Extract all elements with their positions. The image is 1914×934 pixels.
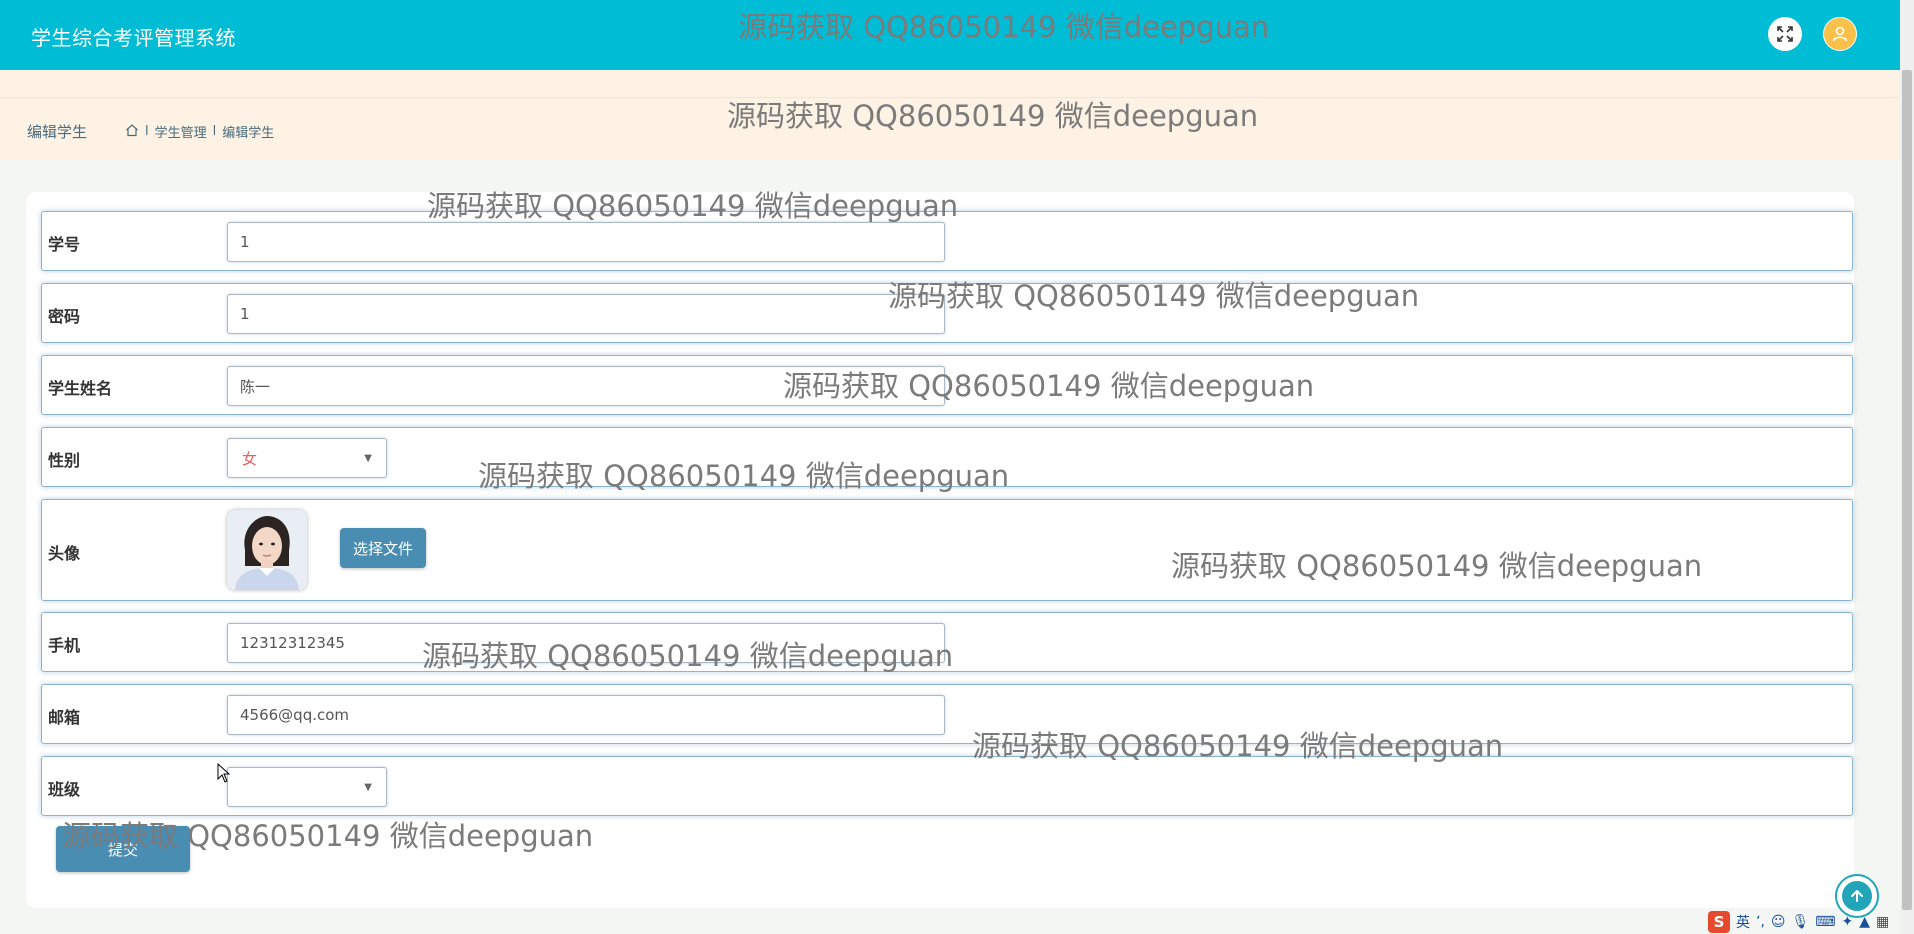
- password-input[interactable]: 1: [227, 294, 945, 334]
- gender-select[interactable]: 女 ▼: [227, 438, 387, 478]
- user-avatar-icon: [1832, 26, 1848, 42]
- breadcrumb-item-edit-student: 编辑学生: [222, 126, 275, 141]
- student-id-label: 学号: [48, 235, 81, 254]
- breadcrumb: l 学生管理 l 编辑学生: [125, 122, 274, 141]
- student-name-label: 学生姓名: [48, 379, 113, 398]
- chevron-down-icon: ▼: [364, 452, 372, 464]
- form-row-avatar: 头像 选择文件: [41, 499, 1853, 601]
- ime-toolbar: S 英 ʼ, ☺ 🎙 ⌨ ✦ ▲ ▦: [1708, 910, 1914, 934]
- user-avatar-button[interactable]: [1823, 17, 1857, 51]
- ime-language-label[interactable]: 英: [1736, 912, 1750, 932]
- avatar-preview-image: [227, 510, 307, 590]
- form-row-student-id: 学号 1: [41, 211, 1853, 271]
- page-scrollbar-thumb[interactable]: [1902, 70, 1912, 910]
- top-header-bar: 学生综合考评管理系统: [0, 0, 1900, 70]
- emoji-icon[interactable]: ☺: [1771, 914, 1786, 930]
- punctuation-icon[interactable]: ʼ,: [1756, 914, 1765, 930]
- breadcrumb-separator: l: [145, 124, 149, 139]
- form-row-email: 邮箱 4566@qq.com: [41, 684, 1853, 744]
- student-id-input[interactable]: 1: [227, 222, 945, 262]
- home-icon[interactable]: [125, 123, 139, 141]
- breadcrumb-band: [0, 70, 1900, 160]
- class-label: 班级: [48, 780, 81, 799]
- password-label: 密码: [48, 307, 81, 326]
- fullscreen-toggle-icon: [1777, 26, 1793, 42]
- form-row-gender: 性别 女 ▼: [41, 427, 1853, 487]
- form-row-student-name: 学生姓名 陈一: [41, 355, 1853, 415]
- submit-button[interactable]: 提交: [56, 826, 190, 872]
- breadcrumb-separator: l: [212, 124, 217, 139]
- email-input[interactable]: 4566@qq.com: [227, 695, 945, 735]
- form-row-password: 密码 1: [41, 283, 1853, 343]
- phone-label: 手机: [48, 636, 81, 655]
- arrow-up-icon: [1842, 881, 1872, 911]
- mouse-cursor-icon: [217, 762, 231, 787]
- phone-input[interactable]: 12312312345: [227, 623, 945, 663]
- keyboard-icon[interactable]: ⌨: [1815, 914, 1835, 930]
- student-name-input[interactable]: 陈一: [227, 366, 945, 406]
- grid-menu-icon[interactable]: ▦: [1876, 914, 1889, 930]
- breadcrumb-item-student-management[interactable]: 学生管理: [155, 122, 207, 141]
- skin-icon[interactable]: ▲: [1859, 914, 1870, 930]
- form-row-class: 班级 ▼: [41, 756, 1853, 816]
- gender-select-value: 女: [242, 449, 258, 468]
- microphone-icon[interactable]: 🎙: [1792, 914, 1810, 930]
- sogou-ime-logo-icon[interactable]: S: [1708, 911, 1730, 933]
- class-select[interactable]: ▼: [227, 767, 387, 807]
- email-label: 邮箱: [48, 708, 81, 727]
- form-row-phone: 手机 12312312345: [41, 612, 1853, 672]
- app-title: 学生综合考评管理系统: [31, 26, 236, 50]
- avatar-label: 头像: [48, 544, 81, 563]
- fullscreen-button[interactable]: [1768, 17, 1802, 51]
- toolbox-icon[interactable]: ✦: [1842, 914, 1854, 930]
- chevron-down-icon: ▼: [364, 781, 372, 793]
- choose-file-button[interactable]: 选择文件: [340, 528, 426, 568]
- page-title: 编辑学生: [27, 123, 88, 141]
- gender-label: 性别: [48, 451, 81, 470]
